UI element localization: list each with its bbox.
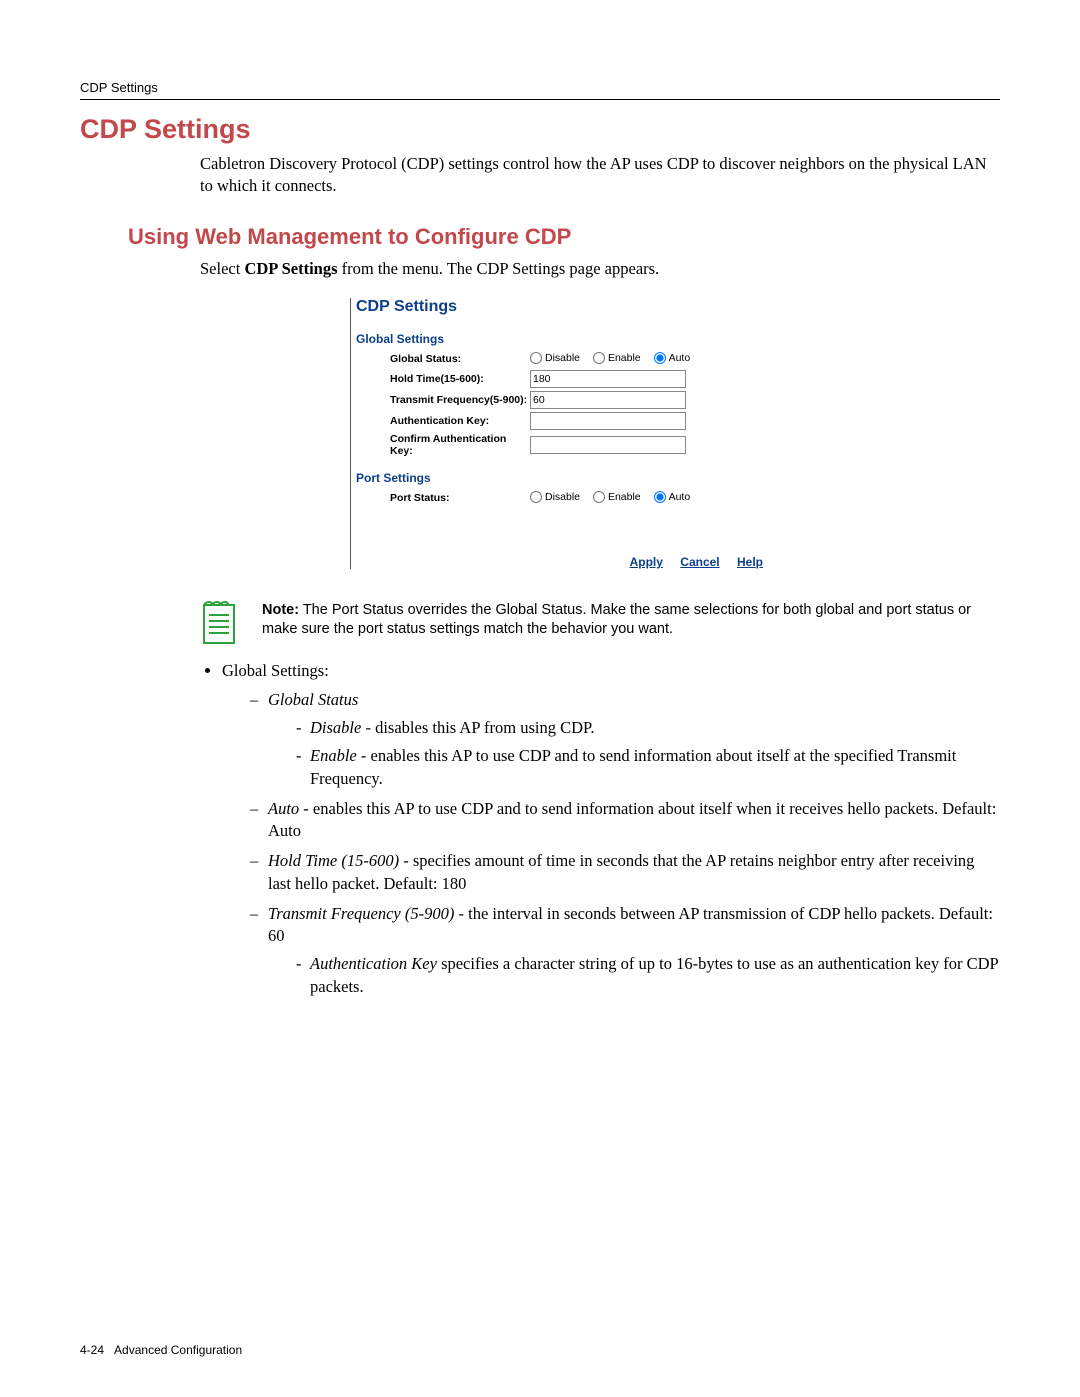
bullet-enable: Enable - enables this AP to use CDP and … xyxy=(296,745,1000,790)
header-rule xyxy=(80,99,1000,100)
row-port-status: Port Status: Disable Enable Auto xyxy=(390,491,767,506)
port-settings-heading: Port Settings xyxy=(356,471,767,485)
global-settings-heading: Global Settings xyxy=(356,332,767,346)
row-confirm-auth-key: Confirm Authentication Key: xyxy=(390,433,767,457)
lead-pre: Select xyxy=(200,259,244,278)
label-confirm-auth-key: Confirm Authentication Key: xyxy=(390,433,530,457)
bullet-top: Global Settings: Global Status Disable -… xyxy=(222,661,1000,998)
note-text: Note: The Port Status overrides the Glob… xyxy=(262,601,1000,640)
label-global-status: Global Status: xyxy=(390,353,530,365)
label-hold-time: Hold Time(15-600): xyxy=(390,373,530,385)
label-auth-key: Authentication Key: xyxy=(390,415,530,427)
row-hold-time: Hold Time(15-600): xyxy=(390,370,767,388)
subsection-lead: Select CDP Settings from the menu. The C… xyxy=(200,258,1000,280)
radio-port-auto[interactable]: Auto xyxy=(654,491,691,503)
port-status-radios: Disable Enable Auto xyxy=(530,491,700,506)
radio-global-auto[interactable]: Auto xyxy=(654,352,691,364)
panel-title: CDP Settings xyxy=(356,298,767,316)
section-intro: Cabletron Discovery Protocol (CDP) setti… xyxy=(200,153,1000,198)
note-body: The Port Status overrides the Global Sta… xyxy=(262,602,971,638)
global-status-radios: Disable Enable Auto xyxy=(530,352,700,367)
input-auth-key[interactable] xyxy=(530,412,686,430)
label-transmit-freq: Transmit Frequency(5-900): xyxy=(390,394,530,406)
lead-bold: CDP Settings xyxy=(244,259,337,278)
note-icon xyxy=(200,599,242,647)
chapter-name: Advanced Configuration xyxy=(114,1343,242,1357)
row-global-status: Global Status: Disable Enable Auto xyxy=(390,352,767,367)
help-link[interactable]: Help xyxy=(737,555,763,569)
note-prefix: Note: xyxy=(262,602,299,618)
radio-global-enable[interactable]: Enable xyxy=(593,352,641,364)
cancel-link[interactable]: Cancel xyxy=(680,555,719,569)
input-confirm-auth-key[interactable] xyxy=(530,436,686,454)
radio-global-disable[interactable]: Disable xyxy=(530,352,580,364)
page-footer: 4-24 Advanced Configuration xyxy=(80,1343,242,1357)
input-transmit-freq[interactable] xyxy=(530,391,686,409)
section-title: CDP Settings xyxy=(80,114,1000,145)
input-hold-time[interactable] xyxy=(530,370,686,388)
radio-port-enable[interactable]: Enable xyxy=(593,491,641,503)
row-transmit-freq: Transmit Frequency(5-900): xyxy=(390,391,767,409)
subsection-title: Using Web Management to Configure CDP xyxy=(128,224,1000,250)
bullet-authkey: Authentication Key specifies a character… xyxy=(296,953,1000,998)
row-auth-key: Authentication Key: xyxy=(390,412,767,430)
radio-port-disable[interactable]: Disable xyxy=(530,491,580,503)
page-number: 4-24 xyxy=(80,1343,104,1357)
running-header: CDP Settings xyxy=(80,80,1000,95)
bullet-global-status: Global Status Disable - disables this AP… xyxy=(250,689,1000,790)
lead-post: from the menu. The CDP Settings page app… xyxy=(338,259,660,278)
apply-link[interactable]: Apply xyxy=(630,555,663,569)
global-status-italic: Global Status xyxy=(268,690,358,709)
bullet-top-label: Global Settings: xyxy=(222,661,329,680)
cdp-settings-panel: CDP Settings Global Settings Global Stat… xyxy=(350,298,767,569)
bullet-auto: Auto - enables this AP to use CDP and to… xyxy=(250,798,1000,843)
bullet-tx: Transmit Frequency (5-900) - the interva… xyxy=(250,903,1000,998)
bullet-list: Global Settings: Global Status Disable -… xyxy=(200,661,1000,998)
label-port-status: Port Status: xyxy=(390,492,530,504)
panel-footer-links: Apply Cancel Help xyxy=(616,555,763,569)
bullet-hold: Hold Time (15-600) - specifies amount of… xyxy=(250,850,1000,895)
note-block: Note: The Port Status overrides the Glob… xyxy=(200,599,1000,647)
bullet-disable: Disable - disables this AP from using CD… xyxy=(296,717,1000,739)
